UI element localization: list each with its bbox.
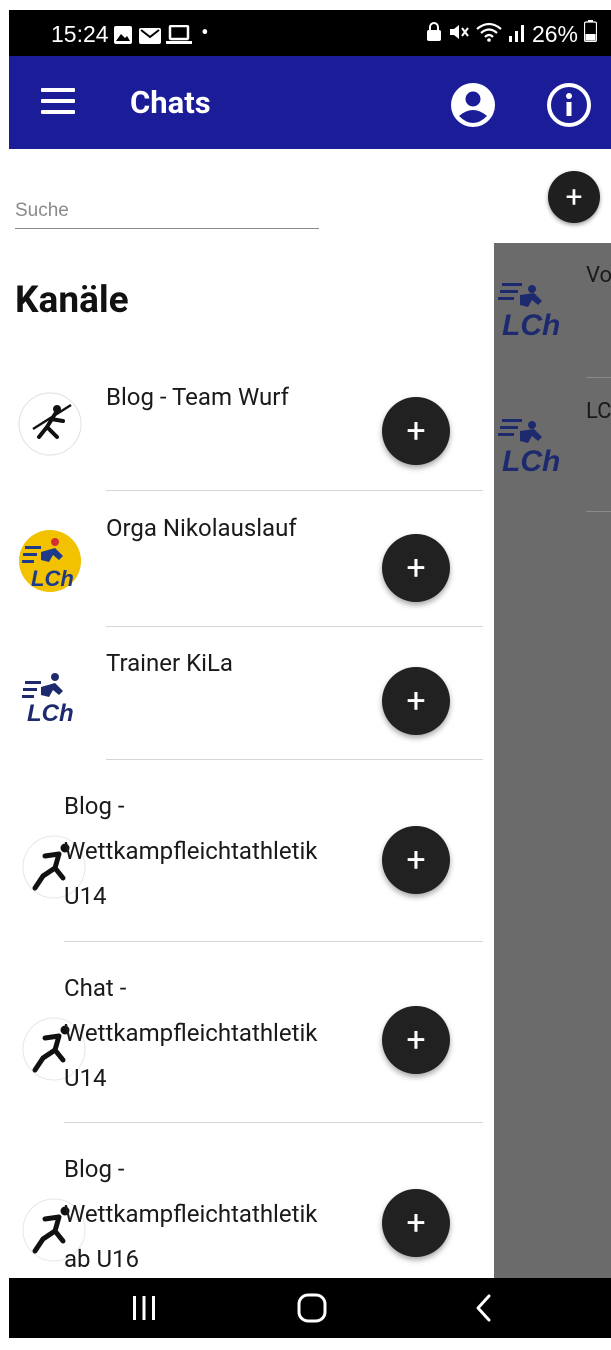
section-title: Kanäle bbox=[15, 279, 129, 322]
mail-icon bbox=[139, 24, 161, 51]
divider bbox=[586, 511, 611, 512]
laptop-icon bbox=[166, 24, 192, 51]
channel-add-button[interactable]: + bbox=[382, 667, 450, 735]
lock-icon bbox=[426, 21, 442, 48]
channel-item[interactable]: Blog - Wettkampfleichtathletik U14 + bbox=[9, 784, 494, 966]
channel-item[interactable]: LCh Orga Nikolauslauf + bbox=[9, 514, 494, 649]
wifi-icon bbox=[476, 21, 502, 48]
svg-text:LCh: LCh bbox=[27, 700, 74, 727]
home-icon[interactable] bbox=[296, 1292, 328, 1328]
divider bbox=[106, 490, 483, 491]
back-icon[interactable] bbox=[471, 1292, 495, 1328]
battery-text: 26% bbox=[531, 20, 578, 47]
screen: 15:24 • 26% Chats + LCh Vo LCh LC Suche … bbox=[0, 0, 611, 1350]
channel-name: Trainer KiLa bbox=[106, 649, 233, 677]
navigation-bar bbox=[9, 1278, 611, 1338]
channel-item[interactable]: Blog - Team Wurf + bbox=[9, 377, 494, 514]
svg-text:LCh: LCh bbox=[31, 566, 74, 591]
channel-add-button[interactable]: + bbox=[382, 534, 450, 602]
channel-item[interactable]: Chat - Wettkampfleichtathletik U14 + bbox=[9, 966, 494, 1147]
account-icon[interactable] bbox=[450, 82, 496, 128]
status-dot: • bbox=[201, 19, 209, 46]
status-right: 26% bbox=[426, 20, 598, 48]
divider bbox=[64, 1122, 483, 1123]
menu-icon[interactable] bbox=[41, 88, 75, 116]
info-icon[interactable] bbox=[546, 82, 592, 128]
lch-logo-icon: LCh bbox=[498, 279, 570, 343]
svg-text:LCh: LCh bbox=[502, 309, 560, 339]
channel-add-button[interactable]: + bbox=[382, 1189, 450, 1257]
chat-item-name: LC bbox=[586, 399, 611, 424]
divider bbox=[64, 941, 483, 942]
device-bezel bbox=[0, 1338, 611, 1350]
channel-name: Blog - Wettkampfleichtathletik U14 bbox=[64, 792, 318, 910]
new-chat-button[interactable]: + bbox=[548, 171, 600, 223]
recent-apps-icon[interactable] bbox=[130, 1292, 158, 1328]
divider bbox=[106, 626, 483, 627]
lch-logo-icon: LCh bbox=[17, 663, 83, 729]
gallery-icon bbox=[113, 24, 133, 51]
signal-icon bbox=[508, 21, 526, 48]
status-time: 15:24 bbox=[51, 21, 109, 47]
device-bezel bbox=[0, 0, 9, 1350]
battery-icon bbox=[583, 20, 598, 48]
channel-add-button[interactable]: + bbox=[382, 826, 450, 894]
javelin-logo-icon bbox=[17, 391, 83, 457]
chat-item-name: Vo bbox=[586, 263, 611, 288]
chat-item[interactable]: LCh Vo bbox=[494, 243, 611, 378]
svg-text:LCh: LCh bbox=[502, 445, 560, 475]
channel-add-button[interactable]: + bbox=[382, 1006, 450, 1074]
page-title: Chats bbox=[130, 84, 211, 121]
lch-logo-icon: LCh bbox=[498, 415, 570, 479]
chat-item[interactable]: LCh LC bbox=[494, 379, 611, 514]
channel-name: Chat - Wettkampfleichtathletik U14 bbox=[64, 974, 318, 1092]
channel-item[interactable]: Blog - Wettkampfleichtathletik ab U16 + bbox=[9, 1147, 494, 1278]
channel-item[interactable]: LCh Trainer KiLa + bbox=[9, 649, 494, 784]
divider bbox=[106, 759, 483, 760]
navigation-drawer: Kanäle Blog - Team Wurf + bbox=[9, 149, 494, 1278]
search-input[interactable] bbox=[15, 193, 319, 229]
channel-name: Blog - Team Wurf bbox=[106, 383, 289, 411]
channel-name: Orga Nikolauslauf bbox=[106, 514, 297, 542]
mute-icon bbox=[448, 21, 470, 48]
lch-yellow-logo-icon: LCh bbox=[17, 528, 83, 594]
device-bezel bbox=[0, 0, 611, 10]
divider bbox=[586, 377, 611, 378]
app-bar: Chats bbox=[9, 56, 611, 149]
status-bar: 15:24 • 26% bbox=[9, 10, 611, 56]
channel-add-button[interactable]: + bbox=[382, 397, 450, 465]
channel-name: Blog - Wettkampfleichtathletik ab U16 bbox=[64, 1155, 318, 1273]
